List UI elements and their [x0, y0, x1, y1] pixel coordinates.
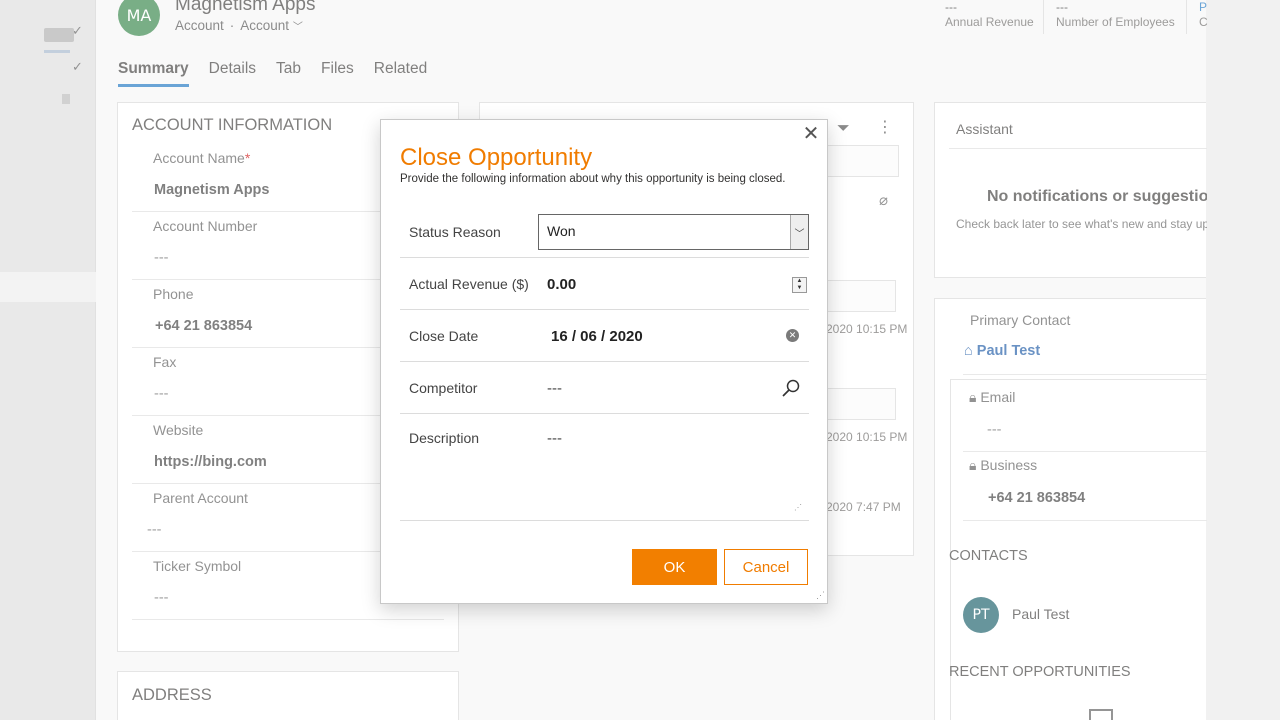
- status-reason-label: Status Reason: [409, 224, 501, 240]
- clear-icon[interactable]: ✕: [786, 329, 799, 342]
- close-date-label: Close Date: [409, 328, 479, 344]
- ok-button[interactable]: OK: [632, 549, 717, 585]
- dialog-title: Close Opportunity: [400, 144, 593, 171]
- actual-revenue-row: Actual Revenue ($): [400, 258, 809, 310]
- competitor-row: Competitor: [400, 362, 809, 414]
- number-spinner-icon[interactable]: ▲ ▼: [792, 277, 807, 293]
- description-label: Description: [409, 430, 480, 446]
- actual-revenue-input[interactable]: 0.00: [547, 276, 576, 293]
- chevron-down-icon[interactable]: ﹀: [790, 215, 808, 249]
- dialog-resize-icon[interactable]: ⋰: [816, 590, 825, 601]
- search-icon[interactable]: [781, 378, 801, 398]
- cancel-button[interactable]: Cancel: [724, 549, 808, 585]
- close-opportunity-dialog: ✕ Close Opportunity Provide the followin…: [380, 119, 828, 604]
- dialog-subtitle: Provide the following information about …: [400, 173, 786, 185]
- actual-revenue-label: Actual Revenue ($): [409, 276, 529, 292]
- competitor-lookup[interactable]: ---: [547, 380, 562, 397]
- status-reason-select[interactable]: Won ﹀: [538, 214, 809, 250]
- close-date-input[interactable]: 16 / 06 / 2020: [551, 328, 643, 345]
- close-icon[interactable]: ✕: [801, 124, 821, 145]
- competitor-label: Competitor: [409, 380, 478, 396]
- description-row: Description: [400, 414, 809, 521]
- description-textarea[interactable]: ---: [547, 430, 562, 447]
- textarea-resize-icon[interactable]: ⋰: [794, 503, 804, 512]
